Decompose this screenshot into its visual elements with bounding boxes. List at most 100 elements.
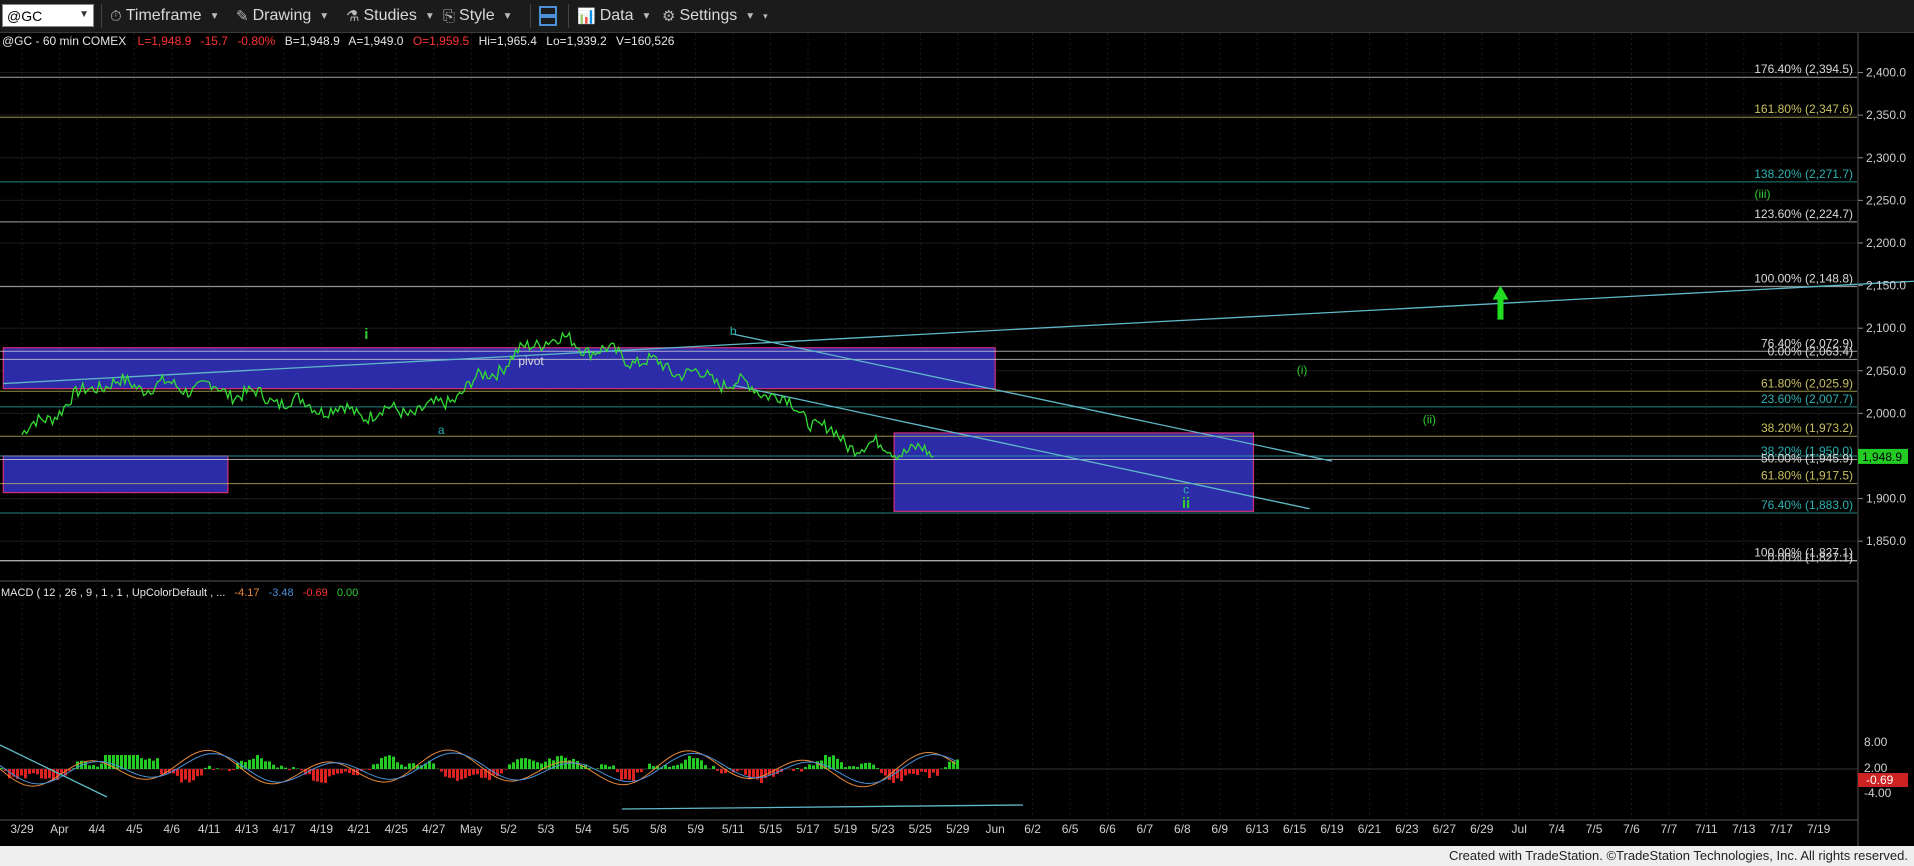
macd-bar <box>668 766 671 769</box>
copyright-text: Created with TradeStation. ©TradeStation… <box>1448 848 1908 863</box>
macd-bar <box>612 765 615 769</box>
macd-bar <box>20 769 23 776</box>
macd-bar <box>808 764 811 769</box>
price-axis-tick: 1,850.0 <box>1866 534 1906 548</box>
date-axis-tick: 5/15 <box>759 822 783 836</box>
date-axis-tick: 7/13 <box>1732 822 1756 836</box>
date-axis-tick: 7/6 <box>1623 822 1640 836</box>
date-axis-tick: 4/25 <box>385 822 409 836</box>
price-chart[interactable]: 176.40% (2,394.5) 161.80% (2,347.6) 138.20… <box>0 33 1914 846</box>
volume: V=160,526 <box>616 34 675 48</box>
macd-bar <box>576 761 579 769</box>
macd-bar <box>440 769 443 772</box>
date-axis-tick: 5/23 <box>871 822 895 836</box>
chevron-down-icon[interactable]: ▼ <box>79 9 89 20</box>
symbol-input[interactable] <box>7 7 67 24</box>
fib-label: 100.00% (2,148.8) <box>1754 272 1853 286</box>
macd-bar <box>184 769 187 780</box>
date-axis-tick: 5/25 <box>909 822 933 836</box>
macd-bar <box>532 760 535 769</box>
data-button[interactable]: 📊 Data ▼ <box>577 0 651 32</box>
chevron-down-icon: ▾ <box>763 10 768 21</box>
macd-bar <box>40 769 43 779</box>
macd-bar <box>376 763 379 769</box>
macd-signal-value: -3.48 <box>269 587 294 599</box>
macd-bar <box>956 759 959 769</box>
symbol-info-line: @GC - 60 min COMEX L=1,948.9 -15.7 -0.80… <box>2 34 675 48</box>
style-label: Style <box>459 7 495 24</box>
macd-bar <box>136 755 139 769</box>
macd-bar <box>180 769 183 783</box>
macd-bar <box>248 759 251 769</box>
macd-bar <box>368 769 371 771</box>
chevron-down-icon: ▼ <box>424 10 435 22</box>
fib-label: 0.00% (2,063.4) <box>1768 344 1853 358</box>
price-axis-tick: 2,150.0 <box>1866 279 1906 293</box>
macd-bar <box>348 769 351 774</box>
macd-bar <box>452 769 455 778</box>
macd-bar <box>148 758 151 769</box>
chevron-down-icon: ▼ <box>209 10 220 22</box>
date-axis-tick: 5/19 <box>834 822 858 836</box>
price-axis-tick: 2,200.0 <box>1866 236 1906 250</box>
toolbar-separator <box>530 4 531 28</box>
macd-bar <box>872 764 875 769</box>
fib-label: 123.60% (2,224.7) <box>1754 207 1853 221</box>
macd-bar <box>372 764 375 769</box>
macd-bar <box>228 769 231 772</box>
studies-button[interactable]: ⚗ Studies ▼ <box>346 0 435 32</box>
macd-bar <box>316 769 319 782</box>
macd-bar <box>268 761 271 769</box>
macd-bar <box>400 764 403 769</box>
drawing-button[interactable]: ✎ Drawing ▼ <box>236 0 329 32</box>
macd-bar <box>512 762 515 769</box>
high-price: Hi=1,965.4 <box>479 34 538 48</box>
chevron-down-icon: ▼ <box>641 10 652 22</box>
macd-bar <box>128 755 131 769</box>
macd-bar <box>232 769 235 771</box>
current-price-label: 1,948.9 <box>1862 450 1902 464</box>
macd-bar <box>720 769 723 774</box>
price-axis-tick: 2,000.0 <box>1866 406 1906 420</box>
macd-bar <box>852 766 855 769</box>
macd-bar <box>340 769 343 774</box>
macd-bar <box>432 763 435 769</box>
macd-bar <box>48 769 51 779</box>
data-label: Data <box>599 7 634 24</box>
date-axis-tick: 5/4 <box>575 822 592 836</box>
macd-bar <box>260 758 263 769</box>
macd-bar <box>32 769 35 774</box>
current-price-tag: 1,948.9 <box>1858 448 1908 464</box>
style-button[interactable]: ⎘ Style ▼ <box>443 0 513 32</box>
macd-bar <box>24 769 27 779</box>
macd-diff-value: -0.69 <box>303 587 328 599</box>
macd-bar <box>928 769 931 779</box>
date-axis-tick: 5/8 <box>650 822 667 836</box>
date-axis-tick: 3/29 <box>10 822 34 836</box>
date-axis-tick: 5/5 <box>613 822 630 836</box>
macd-axis-tick: -4.00 <box>1864 786 1892 800</box>
macd-bar <box>600 764 603 769</box>
macd-bar <box>676 764 679 769</box>
macd-bar <box>632 769 635 782</box>
fib-label: 0.00% (1,827.1) <box>1768 551 1853 565</box>
macd-bar <box>448 769 451 778</box>
settings-button[interactable]: ⚙ Settings ▼ ▾ <box>662 0 768 32</box>
date-axis-tick: 4/13 <box>235 822 259 836</box>
macd-bar <box>84 761 87 769</box>
price-axis-tick: 2,100.0 <box>1866 321 1906 335</box>
macd-bar <box>856 766 859 769</box>
timeframe-button[interactable]: ⏱ Timeframe ▼ <box>110 0 219 32</box>
toolbar-separator <box>568 4 569 28</box>
layout-button[interactable] <box>538 0 558 32</box>
date-axis-tick: 4/21 <box>347 822 371 836</box>
macd-bar <box>832 755 835 769</box>
symbol-combobox[interactable]: ▼ <box>2 4 94 27</box>
wave-label: (iii) <box>1754 187 1770 201</box>
macd-bar <box>508 764 511 769</box>
macd-bar <box>220 769 223 770</box>
macd-bar <box>284 767 287 769</box>
macd-bar <box>520 758 523 769</box>
macd-bar <box>396 762 399 769</box>
chevron-down-icon: ▼ <box>319 10 330 22</box>
